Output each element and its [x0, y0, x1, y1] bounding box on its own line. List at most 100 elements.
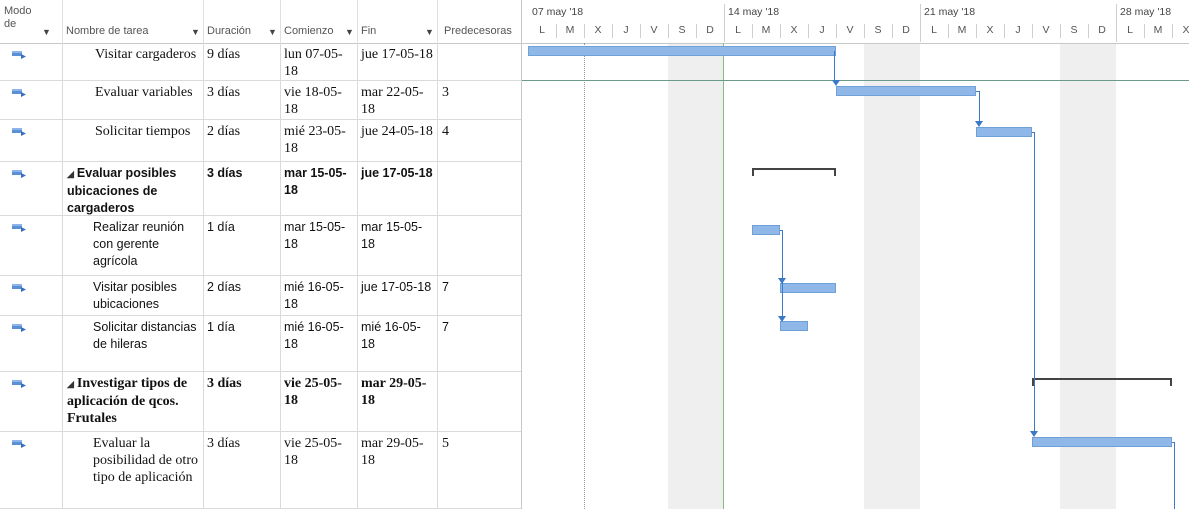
- filter-arrow-icon[interactable]: ▼: [191, 27, 200, 37]
- task-start-text: vie 25-05-18: [284, 376, 342, 408]
- weekend-shading: [668, 43, 724, 509]
- summary-task-row[interactable]: ◢ Evaluar posibles ubicaciones de cargade…: [0, 162, 521, 216]
- task-mode-cell[interactable]: [0, 81, 63, 119]
- task-name-cell[interactable]: Visitar posibles ubicaciones: [63, 276, 204, 315]
- task-start-cell[interactable]: vie 25-05-18: [281, 432, 358, 508]
- task-duration-cell[interactable]: 3 días: [204, 372, 281, 431]
- task-duration-cell[interactable]: 9 días: [204, 43, 281, 80]
- task-duration-cell[interactable]: 2 días: [204, 276, 281, 315]
- task-bar[interactable]: [780, 283, 836, 293]
- task-start-text: mié 16-05-18: [284, 320, 344, 351]
- task-mode-cell[interactable]: [0, 432, 63, 508]
- task-mode-cell[interactable]: [0, 43, 63, 80]
- collapse-toggle-icon[interactable]: ◢: [67, 379, 74, 389]
- column-header-mode[interactable]: Modo de ▼: [0, 0, 63, 43]
- task-finish-cell[interactable]: mar 15-05-18: [358, 216, 438, 275]
- task-finish-cell[interactable]: mar 22-05-18: [358, 81, 438, 119]
- filter-arrow-icon[interactable]: ▼: [268, 27, 277, 37]
- task-bar[interactable]: [528, 46, 836, 56]
- filter-arrow-icon[interactable]: ▼: [42, 27, 51, 37]
- summary-bar[interactable]: [752, 168, 836, 170]
- task-name-cell[interactable]: Evaluar la posibilidad de otro tipo de a…: [63, 432, 204, 508]
- task-pred-cell[interactable]: 4: [438, 120, 521, 161]
- task-pred-cell[interactable]: [438, 216, 521, 275]
- task-start-cell[interactable]: mié 16-05-18: [281, 276, 358, 315]
- task-duration-cell[interactable]: 3 días: [204, 162, 281, 215]
- task-finish-cell[interactable]: jue 17-05-18: [358, 43, 438, 80]
- day-separator: [640, 24, 641, 38]
- day-separator: [612, 24, 613, 38]
- task-row[interactable]: Visitar posibles ubicaciones 2 días mié 16…: [0, 276, 521, 316]
- task-name-cell[interactable]: Evaluar variables: [63, 81, 204, 119]
- task-pred-cell[interactable]: [438, 372, 521, 431]
- column-header-predecessors[interactable]: Predecesoras: [438, 0, 521, 43]
- filter-arrow-icon[interactable]: ▼: [345, 27, 354, 37]
- task-pred-cell[interactable]: [438, 43, 521, 80]
- dependency-arrow-icon: [778, 278, 786, 284]
- day-label: M: [1153, 24, 1163, 36]
- task-row[interactable]: Visitar cargaderos 9 días lun 07-05-18 jue …: [0, 43, 521, 81]
- task-duration-text: 1 día: [207, 320, 235, 334]
- day-separator: [1088, 24, 1089, 38]
- dependency-link: [1034, 132, 1035, 433]
- task-pred-cell[interactable]: 5: [438, 432, 521, 508]
- collapse-toggle-icon[interactable]: ◢: [67, 169, 74, 179]
- column-header-name[interactable]: Nombre de tarea ▼: [63, 0, 204, 43]
- task-start-cell[interactable]: vie 25-05-18: [281, 372, 358, 431]
- task-mode-cell[interactable]: [0, 316, 63, 371]
- task-row[interactable]: Evaluar la posibilidad de otro tipo de a…: [0, 432, 521, 509]
- task-finish-cell[interactable]: jue 17-05-18: [358, 276, 438, 315]
- filter-arrow-icon[interactable]: ▼: [425, 27, 434, 37]
- task-name-cell[interactable]: Realizar reunión con gerente agrícola: [63, 216, 204, 275]
- task-name-cell[interactable]: Solicitar distancias de hileras: [63, 316, 204, 371]
- task-start-cell[interactable]: mar 15-05-18: [281, 162, 358, 215]
- task-start-cell[interactable]: lun 07-05-18: [281, 43, 358, 80]
- summary-bar[interactable]: [1032, 378, 1172, 380]
- task-row[interactable]: Solicitar tiempos 2 días mié 23-05-18 jue 2…: [0, 120, 521, 162]
- task-duration-cell[interactable]: 1 día: [204, 316, 281, 371]
- task-pred-cell[interactable]: 7: [438, 276, 521, 315]
- task-mode-cell[interactable]: [0, 276, 63, 315]
- task-duration-cell[interactable]: 1 día: [204, 216, 281, 275]
- column-header-duration[interactable]: Duración ▼: [204, 0, 281, 43]
- task-bar[interactable]: [752, 225, 780, 235]
- task-pred-cell[interactable]: [438, 162, 521, 215]
- day-separator: [1004, 24, 1005, 38]
- task-finish-cell[interactable]: mié 16-05-18: [358, 316, 438, 371]
- task-row[interactable]: Realizar reunión con gerente agrícola 1 d…: [0, 216, 521, 276]
- task-row[interactable]: Solicitar distancias de hileras 1 día mié …: [0, 316, 521, 372]
- task-duration-cell[interactable]: 2 días: [204, 120, 281, 161]
- task-name-cell[interactable]: ◢ Investigar tipos de aplicación de qcos.…: [63, 372, 204, 431]
- task-pred-cell[interactable]: 3: [438, 81, 521, 119]
- column-header-start[interactable]: Comienzo ▼: [281, 0, 358, 43]
- task-mode-cell[interactable]: [0, 216, 63, 275]
- task-mode-cell[interactable]: [0, 120, 63, 161]
- task-bar[interactable]: [976, 127, 1032, 137]
- task-mode-cell[interactable]: [0, 162, 63, 215]
- task-bar[interactable]: [780, 321, 808, 331]
- task-finish-text: jue 17-05-18: [361, 280, 432, 294]
- task-start-cell[interactable]: mié 23-05-18: [281, 120, 358, 161]
- task-pred-cell[interactable]: 7: [438, 316, 521, 371]
- task-start-cell[interactable]: mar 15-05-18: [281, 216, 358, 275]
- task-duration-cell[interactable]: 3 días: [204, 81, 281, 119]
- summary-task-row[interactable]: ◢ Investigar tipos de aplicación de qcos.…: [0, 372, 521, 432]
- task-start-cell[interactable]: vie 18-05-18: [281, 81, 358, 119]
- auto-schedule-icon: [12, 224, 26, 232]
- task-name-cell[interactable]: Solicitar tiempos: [63, 120, 204, 161]
- column-header-finish[interactable]: Fin ▼: [358, 0, 438, 43]
- task-row[interactable]: Evaluar variables 3 días vie 18-05-18 mar 2…: [0, 81, 521, 120]
- task-pred-text: 7: [442, 320, 449, 334]
- task-name-cell[interactable]: ◢ Evaluar posibles ubicaciones de cargade…: [63, 162, 204, 215]
- task-finish-cell[interactable]: jue 24-05-18: [358, 120, 438, 161]
- task-mode-cell[interactable]: [0, 372, 63, 431]
- task-duration-cell[interactable]: 3 días: [204, 432, 281, 508]
- task-bar[interactable]: [1032, 437, 1172, 447]
- task-start-cell[interactable]: mié 16-05-18: [281, 316, 358, 371]
- task-name-cell[interactable]: Visitar cargaderos: [63, 43, 204, 80]
- task-finish-cell[interactable]: mar 29-05-18: [358, 432, 438, 508]
- task-finish-cell[interactable]: jue 17-05-18: [358, 162, 438, 215]
- day-separator: [1172, 24, 1173, 38]
- task-finish-cell[interactable]: mar 29-05-18: [358, 372, 438, 431]
- task-bar[interactable]: [836, 86, 976, 96]
